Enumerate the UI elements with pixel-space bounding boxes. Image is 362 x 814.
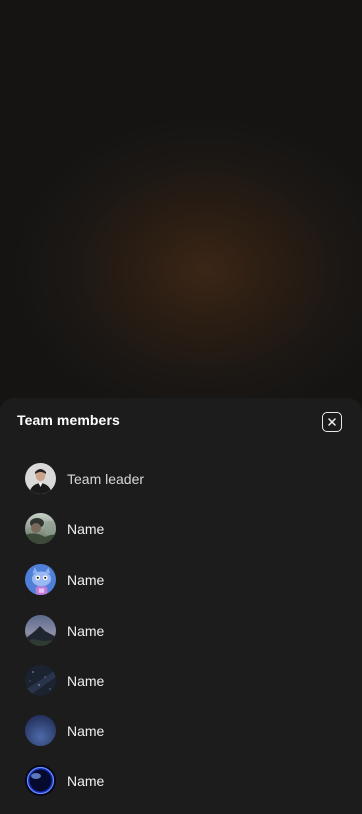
blue-gradient-avatar: [25, 715, 56, 746]
member-item[interactable]: Name: [25, 765, 345, 797]
close-button[interactable]: [322, 412, 342, 432]
member-item[interactable]: Name: [25, 665, 345, 697]
team-members-sheet: Team members Team leader Name Name Name …: [0, 398, 362, 814]
mountain-avatar: [25, 615, 56, 646]
close-icon: [328, 418, 336, 426]
member-item[interactable]: Name: [25, 715, 345, 747]
person-photo-avatar: [25, 463, 56, 494]
night-sky-avatar: [25, 665, 56, 696]
backdrop-overlay[interactable]: [0, 0, 362, 400]
member-name: Name: [67, 572, 105, 588]
member-name: Name: [67, 521, 105, 537]
member-name: Name: [67, 723, 105, 739]
member-item[interactable]: Name: [25, 615, 345, 647]
member-item[interactable]: Team leader: [25, 463, 345, 495]
sheet-title: Team members: [17, 412, 120, 428]
member-name: Team leader: [67, 471, 145, 487]
blue-orb-avatar: [25, 765, 56, 796]
member-item[interactable]: Name: [25, 513, 345, 545]
member-name: Name: [67, 623, 105, 639]
member-name: Name: [67, 673, 105, 689]
screen: Team members Team leader Name Name Name …: [0, 0, 362, 814]
cyclist-photo-avatar: [25, 513, 56, 544]
member-item[interactable]: Name: [25, 564, 345, 596]
member-name: Name: [67, 773, 105, 789]
cartoon-cat-avatar: [25, 564, 56, 595]
